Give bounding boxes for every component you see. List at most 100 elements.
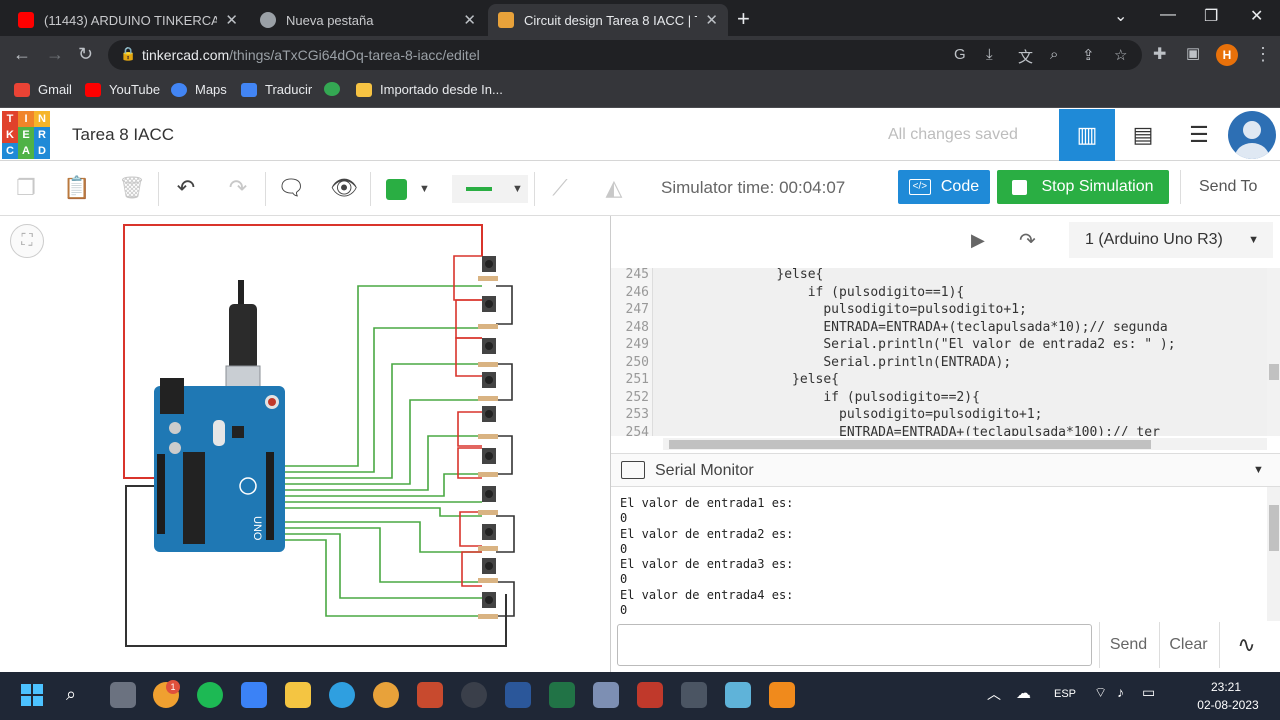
code-editor[interactable]: 245 246 247 248 249 250 251 252 253 254 … (611, 268, 1267, 436)
search-icon[interactable]: ⌕ (66, 684, 76, 705)
send-to-button[interactable]: Send To (1180, 170, 1280, 204)
network-app-icon[interactable] (681, 682, 707, 708)
windows-start-icon[interactable] (21, 684, 43, 706)
view-notes-icon[interactable]: 👁 (328, 172, 360, 204)
folder-icon (356, 82, 372, 97)
chevron-up-icon[interactable]: ︿ (987, 684, 1001, 704)
word-icon[interactable] (505, 682, 531, 708)
document-icon[interactable] (725, 682, 751, 708)
notes-icon[interactable]: 🗨 (275, 172, 307, 204)
back-icon[interactable]: ← (13, 44, 31, 65)
bookmarks-bar: Gmail YouTube Maps Traducir Importado de… (0, 74, 1280, 108)
share-icon[interactable]: ⇪ (1082, 46, 1095, 64)
language-indicator[interactable]: ESP (1054, 688, 1076, 700)
chevron-down-icon[interactable]: ▼ (1253, 464, 1264, 476)
close-icon[interactable]: ✕ (225, 11, 238, 29)
user-avatar[interactable] (1228, 111, 1276, 159)
window-close-button[interactable]: ✕ (1250, 6, 1263, 26)
graph-icon[interactable]: ∿ (1219, 622, 1273, 668)
browser-tab-new[interactable]: Nueva pestaña ✕ (250, 4, 486, 36)
chevron-down-icon: ▼ (512, 183, 523, 195)
minimize-button[interactable]: — (1160, 6, 1176, 24)
close-icon[interactable]: ✕ (463, 11, 476, 29)
chevron-down-icon[interactable]: ⌄ (1114, 6, 1127, 26)
cloud-icon[interactable]: ☁ (1016, 684, 1031, 702)
simulator-time: Simulator time: 00:04:07 (661, 178, 846, 197)
scroll-thumb[interactable] (1269, 364, 1279, 380)
circuit-view-button[interactable]: ▥ (1059, 109, 1115, 161)
copy-icon[interactable]: ❐ (10, 172, 42, 204)
side-panel-icon[interactable]: ▣ (1186, 44, 1200, 62)
debug-icon[interactable]: ↷ (1019, 228, 1036, 253)
undo-icon[interactable]: ↶ (170, 172, 202, 204)
serial-clear-button[interactable]: Clear (1159, 622, 1217, 668)
bookmark-traducir[interactable]: Traducir (241, 82, 312, 97)
delete-icon[interactable]: 🗑 (116, 172, 148, 204)
google-icon[interactable]: G (954, 46, 966, 63)
flip-icon[interactable]: ◭ (598, 172, 630, 204)
browser-tab-tinkercad[interactable]: Circuit design Tarea 8 IACC | Tink ✕ (488, 4, 728, 36)
bookmark-folder-importado[interactable]: Importado desde In... (356, 82, 503, 97)
serial-send-button[interactable]: Send (1099, 622, 1157, 668)
speed-icon[interactable] (461, 682, 487, 708)
spotify-icon[interactable] (197, 682, 223, 708)
bookmark-maps[interactable]: Maps (171, 82, 227, 97)
project-title[interactable]: Tarea 8 IACC (72, 125, 174, 145)
reload-icon[interactable]: ↻ (78, 44, 93, 65)
star-icon[interactable]: ☆ (1114, 46, 1127, 64)
bookmark-apps[interactable] (324, 82, 348, 96)
vlc-icon[interactable] (769, 682, 795, 708)
serial-input[interactable] (617, 624, 1092, 666)
chevron-down-icon: ▼ (1248, 234, 1259, 246)
circuit-drawing[interactable]: UNO (0, 216, 610, 672)
translate-icon[interactable]: 文 (1018, 46, 1033, 67)
bookmark-gmail[interactable]: Gmail (14, 82, 72, 97)
device-select[interactable]: 1 (Arduino Uno R3) ▼ (1069, 222, 1273, 258)
excel-icon[interactable] (549, 682, 575, 708)
restore-button[interactable]: ❐ (1204, 6, 1218, 26)
wire-color-picker[interactable]: ▼ (386, 178, 434, 200)
schematic-view-button[interactable]: ▤ (1115, 109, 1171, 161)
zoom-icon[interactable]: ⌕ (1050, 46, 1058, 63)
new-tab-button[interactable]: + (737, 6, 750, 32)
code-vertical-scrollbar[interactable] (1267, 268, 1280, 436)
forward-icon[interactable]: → (46, 44, 64, 65)
mail-icon[interactable] (241, 682, 267, 708)
scroll-thumb[interactable] (1269, 505, 1279, 551)
bookmark-youtube[interactable]: YouTube (85, 82, 160, 97)
winrar-icon[interactable] (417, 682, 443, 708)
scroll-thumb[interactable] (669, 440, 1151, 449)
serial-monitor-header[interactable]: Serial Monitor ▼ (611, 453, 1280, 487)
circuit-canvas[interactable]: ⛶ UNO (0, 216, 610, 672)
chrome-icon[interactable] (373, 682, 399, 708)
profile-avatar[interactable]: H (1216, 44, 1238, 66)
wifi-icon[interactable]: ⌔ (1094, 684, 1107, 702)
wire-type-picker[interactable]: ▼ (452, 175, 528, 203)
step-icon[interactable]: ▶︎ (971, 230, 985, 251)
redo-icon[interactable]: ↷ (222, 172, 254, 204)
battery-icon[interactable]: ▭ (1142, 684, 1155, 701)
tinkercad-logo[interactable]: T I N K E R C A D (2, 111, 50, 159)
code-button[interactable]: </> Code (898, 170, 990, 204)
address-bar[interactable]: 🔒 tinkercad.com/things/aTxCGi64dOq-tarea… (108, 40, 1142, 70)
component-list-button[interactable]: ☰ (1171, 109, 1227, 161)
install-icon[interactable]: ⤓ (986, 46, 993, 63)
stop-simulation-button[interactable]: Stop Simulation (997, 170, 1169, 204)
menu-icon[interactable]: ⋮ (1254, 44, 1272, 65)
notepad-icon[interactable] (593, 682, 619, 708)
serial-scrollbar[interactable] (1267, 487, 1280, 621)
edge-icon[interactable] (329, 682, 355, 708)
rotate-icon[interactable]: ⟋ (544, 172, 576, 204)
code-horizontal-scrollbar[interactable] (663, 438, 1267, 450)
volume-icon[interactable]: ♪ (1117, 684, 1124, 700)
clock-date[interactable]: 02-08-2023 (1194, 698, 1262, 712)
task-view-icon[interactable] (110, 682, 136, 708)
extensions-icon[interactable]: ✚ (1153, 44, 1166, 64)
clock-time[interactable]: 23:21 (1203, 680, 1249, 694)
acrobat-icon[interactable] (637, 682, 663, 708)
paste-icon[interactable]: 📋 (61, 172, 93, 204)
file-explorer-icon[interactable] (285, 682, 311, 708)
lock-icon[interactable]: 🔒 (120, 46, 136, 62)
browser-tab-youtube[interactable]: (11443) ARDUINO TINKERCAD [4 ✕ (8, 4, 248, 36)
close-icon[interactable]: ✕ (705, 11, 718, 29)
